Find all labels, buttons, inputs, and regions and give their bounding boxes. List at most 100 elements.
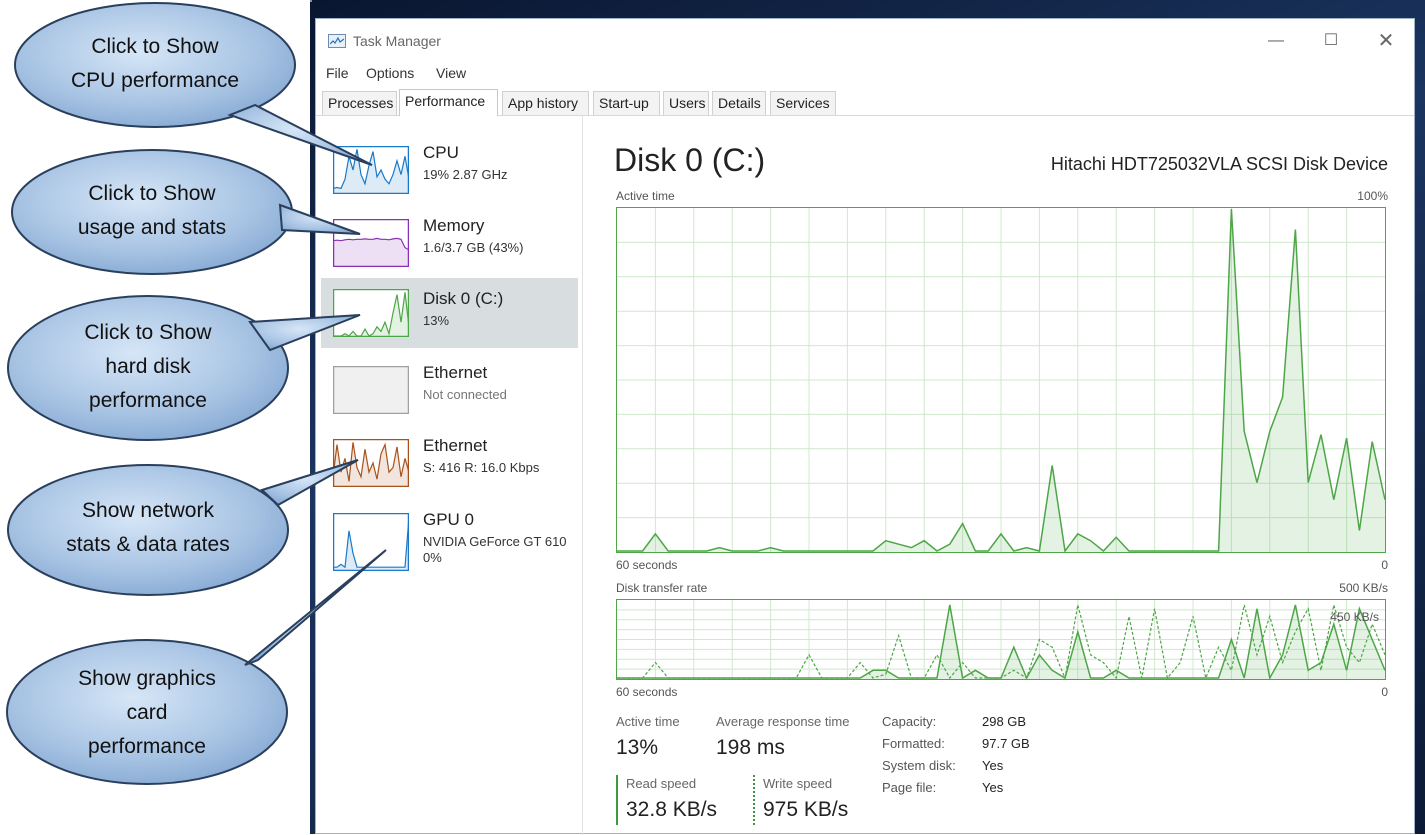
transfer-duration: 60 seconds — [616, 685, 677, 699]
callout-bubble-disk — [8, 296, 360, 440]
cpu-thumbnail-graph — [333, 146, 409, 194]
tab-services[interactable]: Services — [770, 91, 836, 115]
active-time-chart — [617, 208, 1385, 552]
transfer-rate-chart — [617, 600, 1385, 679]
sidebar-item-disk[interactable]: Disk 0 (C:) 13% — [321, 278, 578, 348]
thumb-line — [333, 517, 409, 567]
avg-response-label: Average response time — [716, 714, 849, 729]
callout-line: performance — [8, 384, 288, 418]
thumb-border — [334, 514, 409, 571]
tab-performance[interactable]: Performance — [399, 89, 498, 116]
callout-disk-text: Click to Show hard disk performance — [8, 316, 288, 418]
sidebar-item-name: Ethernet — [423, 436, 487, 456]
capacity-label: Capacity: — [882, 714, 936, 729]
sidebar-item-ethernet-disconnected[interactable]: Ethernet Not connected — [321, 358, 578, 428]
callout-line: Click to Show — [15, 30, 295, 64]
ethernet-thumbnail-graph — [333, 366, 409, 414]
task-manager-icon — [328, 34, 346, 48]
thumb-area — [333, 238, 409, 267]
sidebar-item-stat2: 0% — [423, 550, 442, 565]
sidebar-item-name: Ethernet — [423, 363, 487, 383]
active-time-max: 100% — [1357, 189, 1388, 203]
tab-processes[interactable]: Processes — [322, 91, 397, 115]
minimize-button[interactable]: — — [1256, 27, 1296, 55]
callout-cpu-text: Click to Show CPU performance — [15, 30, 295, 98]
menu-view[interactable]: View — [436, 65, 466, 81]
callout-line: usage and stats — [12, 211, 292, 245]
sidebar-item-gpu[interactable]: GPU 0 NVIDIA GeForce GT 610 0% — [321, 505, 578, 575]
sidebar-item-stat: 1.6/3.7 GB (43%) — [423, 240, 523, 255]
menu-file[interactable]: File — [326, 65, 349, 81]
write-speed-label: Write speed — [763, 776, 832, 791]
disk-thumbnail-graph — [333, 289, 409, 337]
thumb-border — [334, 367, 409, 414]
disk-model: Hitachi HDT725032VLA SCSI Disk Device — [1051, 154, 1388, 175]
memory-mini-chart — [333, 219, 409, 267]
thumb-area — [333, 149, 409, 194]
read-speed-value: 32.8 KB/s — [626, 798, 717, 822]
active-time-duration: 60 seconds — [616, 558, 677, 572]
callout-bubble-network — [8, 460, 358, 595]
callout-bubble-memory — [12, 150, 360, 274]
callout-gpu-text: Show graphics card performance — [7, 662, 287, 764]
sidebar-item-name: Memory — [423, 216, 484, 236]
tab-users[interactable]: Users — [663, 91, 709, 115]
maximize-button[interactable]: ☐ — [1311, 27, 1351, 55]
tab-details[interactable]: Details — [712, 91, 766, 115]
sidebar-item-ethernet[interactable]: Ethernet S: 416 R: 16.0 Kbps — [321, 431, 578, 501]
write-speed-value: 975 KB/s — [763, 798, 848, 822]
sidebar-item-stat: Not connected — [423, 387, 507, 402]
capacity-value: 298 GB — [982, 714, 1026, 729]
network-mini-chart — [333, 439, 409, 487]
page-file-value: Yes — [982, 780, 1003, 795]
callout-line: Click to Show — [8, 316, 288, 350]
disk-title: Disk 0 (C:) — [614, 142, 765, 179]
callout-line: stats & data rates — [8, 528, 288, 562]
sidebar-item-name: CPU — [423, 143, 459, 163]
sidebar-item-name: GPU 0 — [423, 510, 474, 530]
tab-app-history[interactable]: App history — [502, 91, 589, 115]
active-time-label: Active time — [616, 189, 675, 203]
sidebar-item-cpu[interactable]: CPU 19% 2.87 GHz — [321, 138, 578, 208]
read-speed-indicator — [616, 775, 618, 825]
transfer-rate-label: Disk transfer rate — [616, 581, 707, 595]
write-speed-indicator — [753, 775, 755, 825]
active-time-graph — [616, 207, 1386, 553]
menu-options[interactable]: Options — [366, 65, 414, 81]
callout-line: CPU performance — [15, 64, 295, 98]
transfer-rate-graph: 450 KB/s — [616, 599, 1386, 680]
callout-line: Show graphics — [7, 662, 287, 696]
disk-detail-panel: Disk 0 (C:) Hitachi HDT725032VLA SCSI Di… — [614, 116, 1404, 835]
system-disk-value: Yes — [982, 758, 1003, 773]
sidebar-item-stat: 13% — [423, 313, 449, 328]
tab-start-up[interactable]: Start-up — [593, 91, 660, 115]
read-speed-label: Read speed — [626, 776, 696, 791]
gpu-mini-chart — [333, 513, 409, 571]
task-manager-window: Task Manager — ☐ ✕ File Options View Pro… — [315, 18, 1415, 834]
callout-network-text: Show network stats & data rates — [8, 494, 288, 562]
sidebar-item-memory[interactable]: Memory 1.6/3.7 GB (43%) — [321, 211, 578, 281]
sidebar-item-stat: S: 416 R: 16.0 Kbps — [423, 460, 539, 475]
callout-line: Click to Show — [12, 177, 292, 211]
window-title: Task Manager — [353, 33, 441, 49]
callout-line: Show network — [8, 494, 288, 528]
system-disk-label: System disk: — [882, 758, 956, 773]
desktop-star — [310, 0, 312, 2]
active-time-stat-label: Active time — [616, 714, 680, 729]
callout-line: hard disk — [8, 350, 288, 384]
sidebar-item-stat: NVIDIA GeForce GT 610 — [423, 534, 567, 549]
page-file-label: Page file: — [882, 780, 936, 795]
network-thumbnail-graph — [333, 439, 409, 487]
close-button[interactable]: ✕ — [1366, 27, 1406, 55]
performance-sidebar: CPU 19% 2.87 GHz Memory 1.6/3.7 GB (43%)… — [316, 116, 583, 835]
memory-thumbnail-graph — [333, 219, 409, 267]
sidebar-item-stat: 19% 2.87 GHz — [423, 167, 508, 182]
sidebar-item-name: Disk 0 (C:) — [423, 289, 503, 309]
callout-line: performance — [7, 730, 287, 764]
disk-mini-chart — [333, 289, 409, 337]
tab-bar: Processes Performance App history Start-… — [316, 89, 1414, 116]
ethernet-mini-chart — [333, 366, 409, 414]
formatted-label: Formatted: — [882, 736, 945, 751]
transfer-rate-max: 500 KB/s — [1339, 581, 1388, 595]
transfer-min: 0 — [1381, 685, 1388, 699]
